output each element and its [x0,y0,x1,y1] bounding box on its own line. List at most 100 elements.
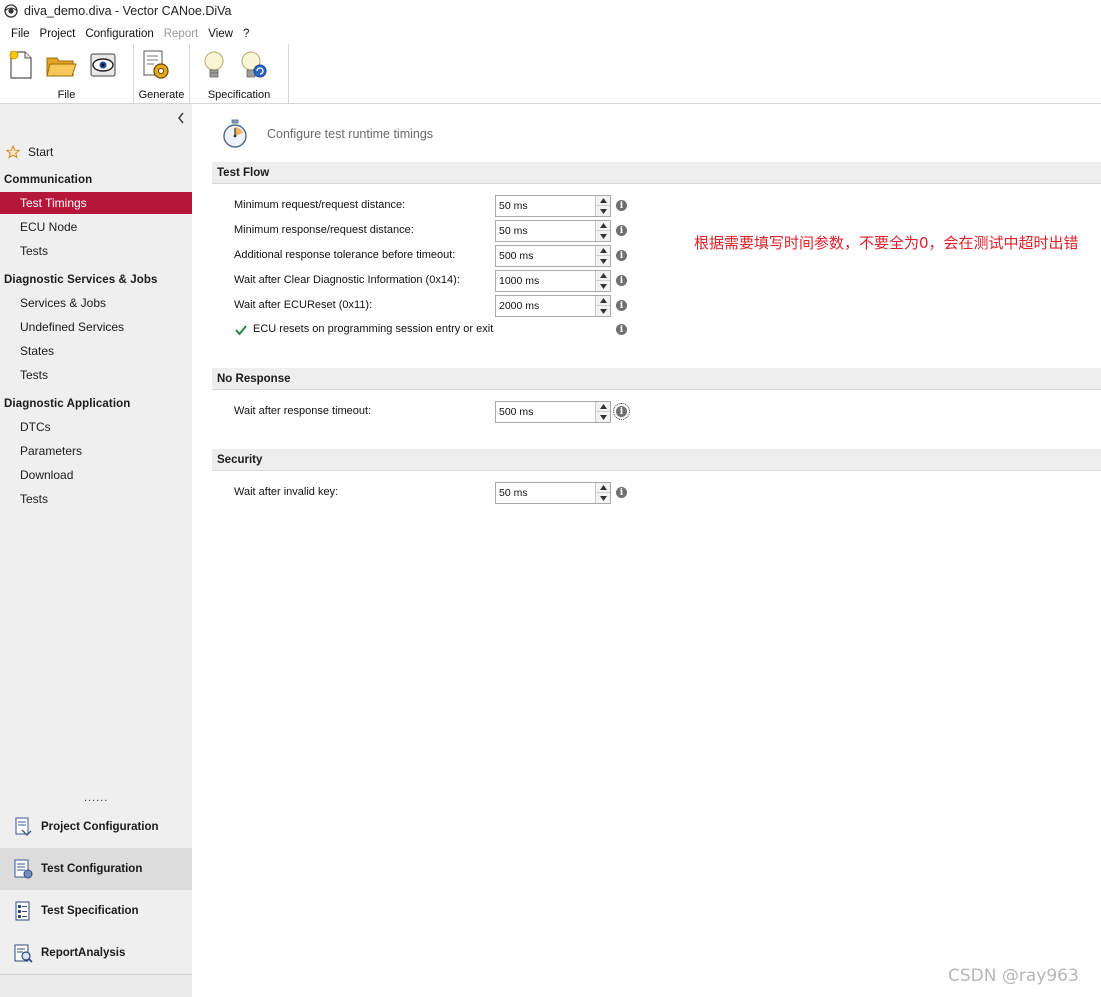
spinner-down-button[interactable] [596,306,610,316]
open-folder-button[interactable] [45,48,77,82]
specification-button[interactable] [198,48,230,82]
menu-file[interactable]: File [6,28,35,40]
annotation-note: 根据需要填写时间参数，不要全为0，会在测试中超时出错 [694,234,1079,252]
arrow-up-icon [599,485,607,490]
checkbox-label: ECU resets on programming session entry … [253,323,494,335]
spinner-up-button[interactable] [596,196,610,206]
app-icon [4,4,18,18]
nav-item-ecu-node[interactable]: ECU Node [0,216,192,238]
info-icon[interactable]: i [616,300,627,311]
nav-item-application-tests[interactable]: Tests [0,488,192,510]
snapshot-button[interactable] [87,48,119,82]
nav-project-configuration-label: Project Configuration [41,821,159,833]
window-title: diva_demo.diva - Vector CANoe.DiVa [24,4,232,18]
spinner-up-button[interactable] [596,483,610,493]
test-specification-icon [12,900,34,922]
min-request-request-input[interactable]: 50 ms [495,195,611,217]
response-tolerance-input[interactable]: 500 ms [495,245,611,267]
title-bar: diva_demo.diva - Vector CANoe.DiVa [0,0,1101,22]
nav-start-label: Start [28,145,54,159]
field-label: Wait after Clear Diagnostic Information … [234,274,460,286]
nav-test-configuration[interactable]: Test Configuration [0,848,192,890]
arrow-down-icon [599,495,607,501]
spinner-value[interactable]: 2000 ms [496,296,595,316]
arrow-down-icon [599,283,607,289]
nav-item-states[interactable]: States [0,340,192,362]
specification-refresh-button[interactable] [238,48,270,82]
wait-invalid-key-input[interactable]: 50 ms [495,482,611,504]
spinner-value[interactable]: 50 ms [496,196,595,216]
menu-project[interactable]: Project [35,28,81,40]
ribbon-group-generate-label: Generate [138,89,185,101]
spinner-down-button[interactable] [596,256,610,266]
nav-start[interactable]: Start [0,142,192,162]
spinner-up-button[interactable] [596,246,610,256]
section-diagnostic-application: Diagnostic Application [4,398,131,410]
nav-item-test-timings[interactable]: Test Timings [0,192,192,214]
ribbon-toolbar: File Generate Specification [0,44,1101,104]
info-icon[interactable]: i [616,275,627,286]
info-icon[interactable]: i [616,487,627,498]
spinner-up-button[interactable] [596,221,610,231]
spinner-value[interactable]: 500 ms [496,246,595,266]
ecu-reset-checkbox[interactable] [234,323,248,337]
open-folder-icon [46,57,77,77]
section-no-response: No Response [212,368,1101,390]
collapse-sidebar-button[interactable] [174,110,188,126]
menu-help[interactable]: ? [238,28,254,40]
arrow-down-icon [599,208,607,214]
generate-button[interactable] [140,48,172,82]
new-file-button[interactable] [5,48,37,82]
spinner-down-button[interactable] [596,281,610,291]
info-icon[interactable]: i [613,403,630,420]
nav-item-parameters[interactable]: Parameters [0,440,192,462]
nav-item-undefined-services[interactable]: Undefined Services [0,316,192,338]
menu-bar: File Project Configuration Report View ? [0,24,254,44]
spinner-down-button[interactable] [596,412,610,422]
overflow-indicator[interactable]: ...... [84,792,108,804]
spinner-buttons [595,483,610,503]
info-icon[interactable]: i [616,324,627,335]
spinner-down-button[interactable] [596,206,610,216]
min-response-request-input[interactable]: 50 ms [495,220,611,242]
spinner-value[interactable]: 50 ms [496,221,595,241]
camera-icon [90,53,116,77]
spinner-down-button[interactable] [596,231,610,241]
nav-item-services-tests[interactable]: Tests [0,364,192,386]
spinner-up-button[interactable] [596,271,610,281]
field-wait-response-timeout: Wait after response timeout: 500 ms i [192,401,1101,423]
test-configuration-icon [12,858,34,880]
star-icon [6,145,20,159]
nav-project-configuration[interactable]: Project Configuration [0,806,192,848]
wait-ecu-reset-input[interactable]: 2000 ms [495,295,611,317]
nav-test-specification[interactable]: Test Specification [0,890,192,932]
nav-report-analysis-label: ReportAnalysis [41,947,126,959]
menu-configuration[interactable]: Configuration [80,28,158,40]
spinner-value[interactable]: 50 ms [496,483,595,503]
nav-item-dtcs[interactable]: DTCs [0,416,192,438]
nav-item-communication-tests[interactable]: Tests [0,240,192,262]
menu-view[interactable]: View [203,28,238,40]
wait-clear-dtc-input[interactable]: 1000 ms [495,270,611,292]
info-icon[interactable]: i [616,250,627,261]
spinner-down-button[interactable] [596,493,610,503]
wait-response-timeout-input[interactable]: 500 ms [495,401,611,423]
spinner-buttons [595,196,610,216]
light-bulb-icon [204,51,224,78]
spinner-up-button[interactable] [596,296,610,306]
arrow-down-icon [599,258,607,264]
spinner-up-button[interactable] [596,402,610,412]
spinner-value[interactable]: 1000 ms [496,271,595,291]
watermark: CSDN @ray963 [948,966,1079,986]
nav-item-services-jobs[interactable]: Services & Jobs [0,292,192,314]
arrow-up-icon [599,198,607,203]
page-header: Configure test runtime timings [220,118,433,150]
field-label: Wait after response timeout: [234,405,372,417]
section-security: Security [212,449,1101,471]
nav-item-download[interactable]: Download [0,464,192,486]
info-icon[interactable]: i [616,225,627,236]
ribbon-group-specification-label: Specification [207,89,271,101]
info-icon[interactable]: i [616,200,627,211]
spinner-value[interactable]: 500 ms [496,402,595,422]
nav-report-analysis[interactable]: ReportAnalysis [0,932,192,974]
